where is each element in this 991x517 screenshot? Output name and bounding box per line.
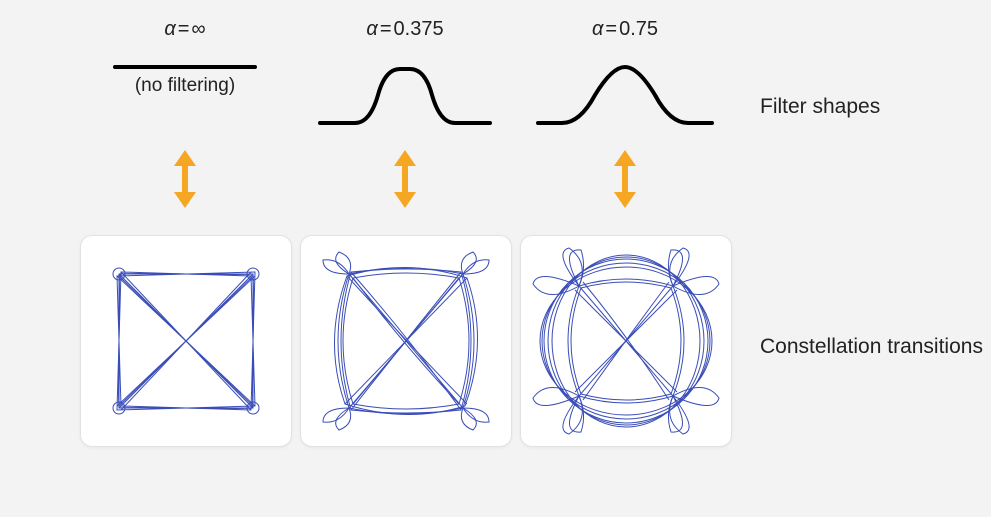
double-arrow-icon [392, 150, 418, 208]
constellation-0375 [300, 235, 512, 447]
alpha-label-inf: α=∞ [80, 18, 290, 41]
double-arrow-icon [172, 150, 198, 208]
alpha-label-075: α=0.75 [520, 18, 730, 41]
equals-sign: = [176, 18, 192, 40]
constellation-transitions-label: Constellation transitions [760, 335, 983, 359]
filter-shape-0375 [300, 55, 510, 130]
filter-shape-075 [520, 55, 730, 130]
alpha-symbol: α [366, 18, 377, 40]
alpha-value: ∞ [191, 18, 205, 40]
alpha-value: 0.375 [394, 18, 444, 40]
constellation-inf [80, 235, 292, 447]
constellation-075 [520, 235, 732, 447]
nofilter-label: (no filtering) [80, 75, 290, 97]
equals-sign: = [603, 18, 619, 40]
double-arrow-icon [612, 150, 638, 208]
alpha-symbol: α [164, 18, 175, 40]
alpha-label-0375: α=0.375 [300, 18, 510, 41]
equals-sign: = [378, 18, 394, 40]
alpha-value: 0.75 [619, 18, 658, 40]
filter-shapes-label: Filter shapes [760, 95, 880, 119]
alpha-symbol: α [592, 18, 603, 40]
